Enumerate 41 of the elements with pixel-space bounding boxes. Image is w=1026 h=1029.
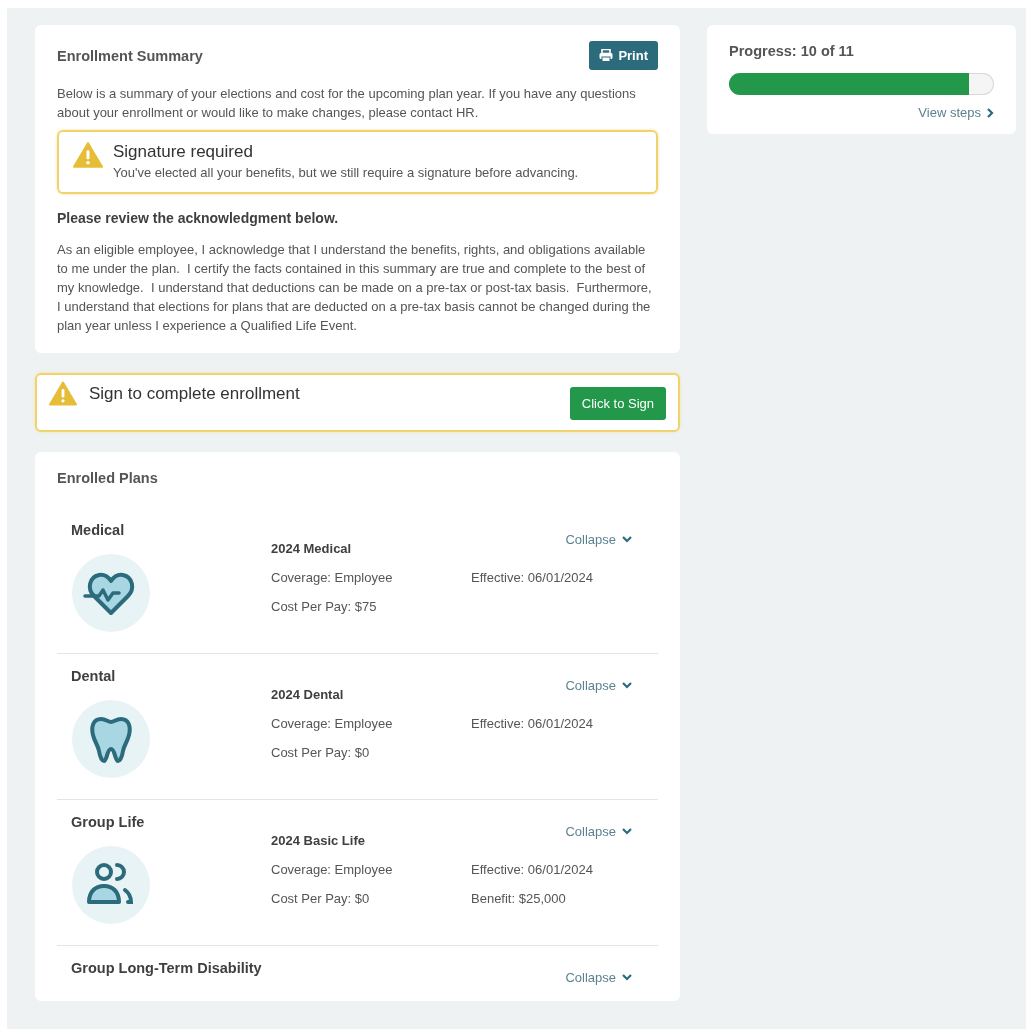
plan-detail: Benefit: $25,000	[471, 891, 567, 906]
collapse-toggle[interactable]: Collapse	[565, 678, 632, 693]
print-button[interactable]: Print	[589, 41, 658, 70]
acknowledgment-text: As an eligible employee, I acknowledge that I understand the benefits, rights, and obligations available to me under the plan. I certify the facts contained in this summary are true and complete to the best of my knowledge. I understand that deductions can be made on a pre-tax or post-tax basis. Furthermore, I understand that elections for plans that are deducted on a pre-tax basis cannot be changed during the plan year unless I experience a Qualified Life Event.	[57, 241, 653, 335]
intro-text: Below is a summary of your elections and cost for the upcoming plan year. If you have any questions about your enrollment or would like to make changes, please contact HR.	[57, 85, 637, 122]
chevron-down-icon	[622, 974, 632, 981]
alert-title: Signature required	[113, 142, 254, 162]
collapse-toggle[interactable]: Collapse	[565, 970, 632, 985]
plan-category: Medical	[71, 522, 125, 538]
plan-detail: Coverage: Employee	[271, 716, 394, 731]
plan-detail: Cost Per Pay: $75	[271, 599, 378, 614]
people-icon	[71, 845, 151, 925]
sign-button[interactable]: Click to Sign	[569, 387, 666, 420]
plan-detail: Coverage: Employee	[271, 570, 394, 585]
view-steps-link[interactable]: View steps	[918, 105, 994, 120]
printer-icon	[599, 49, 614, 62]
chevron-down-icon	[622, 536, 632, 543]
plan-detail: Effective: 06/01/2024	[471, 570, 594, 585]
plan-category: Dental	[71, 668, 116, 684]
chevron-down-icon	[622, 828, 632, 835]
sign-message: Sign to complete enrollment	[89, 383, 300, 404]
tooth-icon	[71, 699, 151, 779]
review-heading: Please review the acknowledgment below.	[57, 210, 340, 226]
card-title: Enrolled Plans	[57, 470, 159, 486]
plan-detail: Cost Per Pay: $0	[271, 891, 371, 906]
plan-detail: Cost Per Pay: $0	[271, 745, 371, 760]
card-title: Enrollment Summary	[57, 47, 203, 64]
alert-message: You've elected all your benefits, but we still require a signature before advancing.	[113, 165, 579, 180]
plan-detail: Effective: 06/01/2024	[471, 716, 594, 731]
progress-label: Progress: 10 of 11	[729, 43, 855, 59]
plan-detail: Coverage: Employee	[271, 862, 394, 877]
plan-category: Group Long-Term Disability	[71, 960, 262, 976]
plan-detail: Effective: 06/01/2024	[471, 862, 594, 877]
collapse-toggle[interactable]: Collapse	[565, 532, 632, 547]
chevron-right-icon	[987, 107, 994, 118]
plan-category: Group Life	[71, 814, 145, 830]
heart-pulse-icon	[71, 553, 151, 633]
collapse-toggle[interactable]: Collapse	[565, 824, 632, 839]
chevron-down-icon	[622, 682, 632, 689]
warning-icon	[49, 381, 77, 406]
warning-icon	[73, 142, 103, 168]
